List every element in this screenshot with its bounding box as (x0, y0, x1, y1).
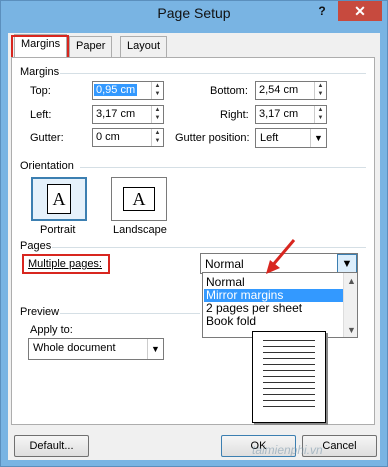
preview-line (263, 346, 315, 347)
portrait-option[interactable]: A (31, 177, 87, 221)
scrollbar[interactable]: ▲ ▼ (343, 273, 357, 337)
orientation-divider (80, 167, 366, 168)
right-margin-field[interactable]: 3,17 cm ▲ ▼ (255, 105, 327, 124)
landscape-option[interactable]: A (111, 177, 167, 221)
left-margin-spinner[interactable]: ▲ ▼ (151, 106, 163, 123)
preview-section-label: Preview (20, 306, 60, 318)
top-margin-spinner[interactable]: ▲ ▼ (151, 82, 163, 99)
gutter-position-label: Gutter position: (175, 132, 250, 144)
margins-divider (60, 73, 366, 74)
left-margin-field[interactable]: 3,17 cm ▲ ▼ (92, 105, 164, 124)
preview-line (263, 388, 315, 389)
margins-tab-highlight (11, 35, 69, 59)
spin-up-icon[interactable]: ▲ (152, 106, 163, 114)
tab-paper[interactable]: Paper (69, 36, 113, 57)
bottom-label: Bottom: (210, 85, 248, 97)
preview-line (263, 364, 315, 365)
right-margin-value[interactable]: 3,17 cm (259, 108, 298, 120)
portrait-label: Portrait (40, 224, 76, 236)
close-button[interactable]: ✕ (338, 1, 382, 21)
spin-down-icon[interactable]: ▼ (152, 90, 163, 98)
top-margin-field[interactable]: 0,95 cm ▲ ▼ (92, 81, 164, 100)
title-bar[interactable]: Page Setup ? ✕ (1, 1, 387, 29)
preview-line (263, 370, 315, 371)
preview-divider (60, 313, 200, 314)
spin-down-icon[interactable]: ▼ (315, 114, 326, 122)
multiple-pages-label: Multiple pages: (28, 258, 102, 270)
preview-line (263, 376, 315, 377)
left-margin-value[interactable]: 3,17 cm (96, 108, 135, 120)
spin-up-icon[interactable]: ▲ (152, 129, 163, 137)
portrait-icon: A (47, 184, 71, 214)
preview-line (263, 400, 315, 401)
spin-down-icon[interactable]: ▼ (152, 137, 163, 145)
chevron-down-icon[interactable]: ▼ (337, 254, 357, 273)
scroll-up-icon[interactable]: ▲ (347, 276, 356, 286)
spin-up-icon[interactable]: ▲ (315, 106, 326, 114)
top-margin-value[interactable]: 0,95 cm (94, 84, 138, 96)
pages-section-label: Pages (20, 240, 52, 252)
help-button[interactable]: ? (315, 4, 329, 20)
chevron-down-icon[interactable]: ▼ (310, 129, 326, 147)
gutter-field[interactable]: 0 cm ▲ ▼ (92, 128, 164, 147)
gutter-label: Gutter: (30, 132, 64, 144)
apply-to-value: Whole document (33, 342, 116, 354)
spin-down-icon[interactable]: ▼ (152, 114, 163, 122)
left-label: Left: (30, 109, 52, 121)
bottom-margin-spinner[interactable]: ▲ ▼ (314, 82, 326, 99)
preview-line (263, 352, 315, 353)
tab-layout-label: Layout (127, 40, 161, 52)
gutter-position-value: Left (260, 132, 279, 144)
gutter-spinner[interactable]: ▲ ▼ (151, 129, 163, 146)
right-margin-spinner[interactable]: ▲ ▼ (314, 106, 326, 123)
multiple-pages-value: Normal (205, 257, 244, 271)
bottom-margin-value[interactable]: 2,54 cm (259, 84, 298, 96)
red-arrow-icon (266, 239, 296, 274)
default-button[interactable]: Default... (14, 435, 89, 457)
gutter-value[interactable]: 0 cm (96, 131, 120, 143)
top-label: Top: (30, 85, 51, 97)
preview-line (263, 406, 315, 407)
preview-line (263, 340, 315, 341)
apply-to-select[interactable]: Whole document ▼ (28, 338, 164, 360)
spin-up-icon[interactable]: ▲ (152, 82, 163, 90)
window-title: Page Setup (157, 5, 231, 21)
preview-line (263, 382, 315, 383)
preview-line (263, 358, 315, 359)
pages-divider (52, 247, 366, 248)
close-icon[interactable]: ✕ (354, 3, 366, 19)
spin-up-icon[interactable]: ▲ (315, 82, 326, 90)
bottom-margin-field[interactable]: 2,54 cm ▲ ▼ (255, 81, 327, 100)
apply-to-label: Apply to: (30, 324, 73, 336)
gutter-position-select[interactable]: Left ▼ (255, 128, 327, 148)
list-item[interactable]: Book fold (204, 315, 344, 328)
margins-section-label: Margins (20, 66, 60, 78)
orientation-section-label: Orientation (20, 160, 74, 172)
landscape-label: Landscape (113, 224, 167, 236)
chevron-down-icon[interactable]: ▼ (147, 339, 163, 359)
tab-layout[interactable]: Layout (120, 36, 168, 57)
preview-line (263, 394, 315, 395)
page-preview (252, 331, 326, 423)
landscape-icon: A (123, 187, 155, 211)
tab-paper-label: Paper (76, 40, 106, 52)
scroll-down-icon[interactable]: ▼ (347, 325, 356, 335)
watermark: taimienphi.vn (252, 443, 323, 457)
right-label: Right: (220, 109, 249, 121)
multiple-pages-dropdown-list[interactable]: Normal Mirror margins 2 pages per sheet … (202, 272, 358, 338)
spin-down-icon[interactable]: ▼ (315, 90, 326, 98)
